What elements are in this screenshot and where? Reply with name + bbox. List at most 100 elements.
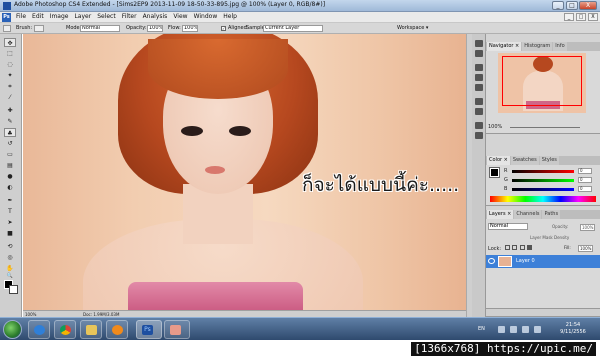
blend-mode-select[interactable]: Normal: [488, 223, 528, 230]
tab-channels[interactable]: Channels: [514, 210, 542, 219]
minimize-button[interactable]: _: [552, 1, 564, 10]
move-icon[interactable]: ✥: [4, 38, 16, 47]
opacity-input[interactable]: 100%: [147, 25, 163, 32]
clone-stamp-tool-icon[interactable]: [3, 25, 11, 32]
color-slider-g[interactable]: [512, 179, 574, 182]
doc-restore-button[interactable]: □: [576, 13, 586, 21]
doc-minimize-button[interactable]: _: [564, 13, 574, 21]
path-select-icon[interactable]: ➤: [4, 218, 16, 227]
color-value-b[interactable]: 0: [578, 186, 592, 192]
menu-filter[interactable]: Filter: [122, 13, 137, 20]
lock-transparent-icon[interactable]: [504, 245, 510, 250]
workspace-button[interactable]: Workspace ▾: [397, 25, 428, 31]
layer-visibility-eye-icon[interactable]: [488, 258, 495, 264]
navigator-zoom-value[interactable]: 100%: [488, 124, 502, 130]
document-canvas[interactable]: ก็จะได้แบบนี้ค่ะ.....: [23, 34, 466, 310]
sample-select[interactable]: Current Layer: [263, 25, 323, 32]
mode-select[interactable]: Normal: [80, 25, 120, 32]
eraser-icon[interactable]: ▭: [4, 150, 16, 159]
aligned-checkbox[interactable]: ✓: [221, 26, 226, 31]
marquee-icon[interactable]: ⬚: [4, 49, 16, 58]
tab-swatches[interactable]: Swatches: [510, 156, 539, 165]
tab-layers[interactable]: Layers ×: [487, 210, 514, 219]
crop-icon[interactable]: ⌗: [4, 82, 16, 91]
panel-icon-1[interactable]: [475, 40, 483, 47]
tray-clock[interactable]: 21:54 9/11/2556: [558, 322, 588, 336]
menu-help[interactable]: Help: [223, 13, 237, 20]
chrome-icon[interactable]: [54, 320, 76, 339]
media-player-icon[interactable]: [106, 320, 128, 339]
fill-input[interactable]: 100%: [578, 245, 594, 252]
blur-icon[interactable]: ●: [4, 172, 16, 181]
start-button[interactable]: [3, 320, 22, 339]
panel-icon-5[interactable]: [475, 84, 483, 91]
color-value-r[interactable]: 0: [578, 168, 592, 174]
close-button[interactable]: X: [579, 1, 597, 10]
menu-image[interactable]: Image: [50, 13, 69, 20]
magic-wand-icon[interactable]: ✦: [4, 71, 16, 80]
menu-list: File Edit Image Layer Select Filter Anal…: [16, 13, 237, 20]
tray-flag-icon[interactable]: [510, 326, 517, 333]
menu-edit[interactable]: Edit: [32, 13, 44, 20]
tab-navigator[interactable]: Navigator ×: [487, 42, 522, 51]
panel-icon-7[interactable]: [475, 108, 483, 115]
3d-orbit-icon[interactable]: ◎: [4, 253, 16, 262]
explorer-icon[interactable]: [80, 320, 102, 339]
panel-icon-6[interactable]: [475, 98, 483, 105]
menu-layer[interactable]: Layer: [74, 13, 91, 20]
tab-histogram[interactable]: Histogram: [522, 42, 553, 51]
tray-network-icon[interactable]: [522, 326, 529, 333]
lock-image-icon[interactable]: [512, 245, 518, 250]
tray-up-arrow-icon[interactable]: [498, 326, 505, 333]
3d-rotate-icon[interactable]: ⟲: [4, 242, 16, 251]
panel-icon-3[interactable]: [475, 64, 483, 71]
menu-analysis[interactable]: Analysis: [143, 13, 168, 20]
history-brush-icon[interactable]: ↺: [4, 139, 16, 148]
tray-volume-icon[interactable]: [534, 326, 541, 333]
dodge-icon[interactable]: ◐: [4, 183, 16, 192]
active-window-icon[interactable]: [164, 320, 190, 339]
background-color-swatch[interactable]: [9, 285, 18, 294]
panel-icon-4[interactable]: [475, 74, 483, 81]
clone-stamp-icon[interactable]: ♣: [4, 128, 16, 137]
ie-icon[interactable]: [28, 320, 50, 339]
brush-icon[interactable]: ✎: [4, 117, 16, 126]
layer-opacity-input[interactable]: 100%: [580, 224, 596, 231]
tab-paths[interactable]: Paths: [542, 210, 561, 219]
panel-icon-2[interactable]: [475, 50, 483, 57]
menu-file[interactable]: File: [16, 13, 26, 20]
language-indicator[interactable]: EN: [478, 326, 485, 332]
gradient-icon[interactable]: ▤: [4, 161, 16, 170]
shape-icon[interactable]: ■: [4, 229, 16, 238]
lock-all-icon[interactable]: [527, 245, 533, 250]
eyedropper-icon[interactable]: ⁄: [4, 93, 16, 102]
navigator-view-box[interactable]: [502, 56, 582, 106]
pen-icon[interactable]: ✒: [4, 196, 16, 205]
navigator-thumbnail[interactable]: [498, 53, 586, 113]
type-icon[interactable]: T: [4, 207, 16, 216]
color-slider-r[interactable]: [512, 170, 574, 173]
brush-picker-icon[interactable]: [34, 25, 44, 32]
panel-icon-9[interactable]: [475, 132, 483, 139]
tab-styles[interactable]: Styles: [539, 156, 559, 165]
color-value-g[interactable]: 0: [578, 177, 592, 183]
lasso-icon[interactable]: ◌: [4, 60, 16, 69]
layer-name[interactable]: Layer 0: [516, 258, 535, 264]
healing-brush-icon[interactable]: ✚: [4, 106, 16, 115]
lock-position-icon[interactable]: [519, 245, 525, 250]
layer-row[interactable]: Layer 0: [486, 255, 600, 268]
navigator-zoom-slider[interactable]: [510, 127, 580, 128]
flow-input[interactable]: 100%: [182, 25, 198, 32]
maximize-button[interactable]: □: [566, 1, 578, 10]
panel-icon-8[interactable]: [475, 122, 483, 129]
color-slider-b[interactable]: [512, 188, 574, 191]
menu-select[interactable]: Select: [97, 13, 116, 20]
photoshop-icon[interactable]: Ps: [136, 320, 162, 339]
menu-window[interactable]: Window: [194, 13, 218, 20]
color-panel-foreground-swatch[interactable]: [489, 167, 500, 178]
menu-view[interactable]: View: [173, 13, 187, 20]
color-spectrum-ramp[interactable]: [490, 196, 596, 202]
doc-close-button[interactable]: X: [588, 13, 598, 21]
tab-color[interactable]: Color ×: [487, 156, 510, 165]
tab-info[interactable]: Info: [553, 42, 567, 51]
